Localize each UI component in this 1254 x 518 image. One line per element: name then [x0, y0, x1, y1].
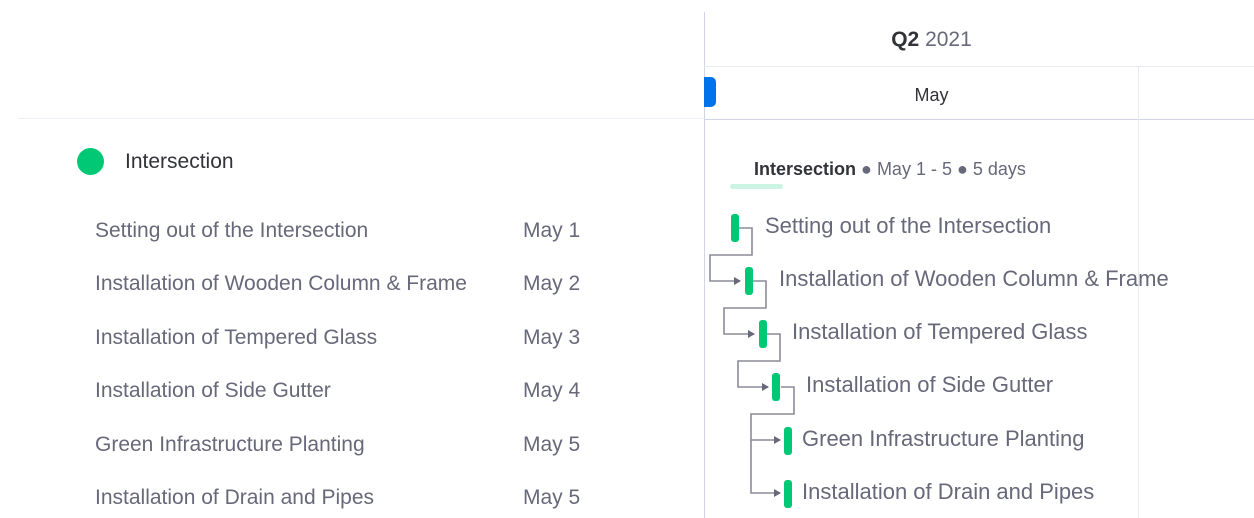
task-bar[interactable]: [784, 480, 792, 508]
task-date[interactable]: May 5: [523, 431, 580, 459]
task-bar[interactable]: [784, 427, 792, 455]
task-row[interactable]: Green Infrastructure Planting May 5: [0, 425, 704, 465]
task-row[interactable]: Installation of Drain and Pipes May 5: [0, 478, 704, 518]
task-bar-label: Installation of Wooden Column & Frame: [779, 266, 1169, 291]
header-divider: [18, 118, 704, 119]
task-date[interactable]: May 2: [523, 270, 580, 298]
task-row[interactable]: Installation of Wooden Column & Frame Ma…: [0, 264, 704, 304]
dependency-arrow: [750, 440, 781, 497]
task-name[interactable]: Setting out of the Intersection: [95, 217, 368, 245]
task-date[interactable]: May 1: [523, 217, 580, 245]
task-bar[interactable]: [759, 320, 767, 348]
task-name[interactable]: Installation of Wooden Column & Frame: [95, 270, 467, 298]
task-row[interactable]: Installation of Side Gutter May 4: [0, 371, 704, 411]
task-name[interactable]: Installation of Side Gutter: [95, 377, 331, 405]
task-bar-label: Setting out of the Intersection: [765, 213, 1052, 238]
task-row[interactable]: Setting out of the Intersection May 1: [0, 211, 704, 251]
task-bar-label: Installation of Side Gutter: [806, 372, 1054, 397]
timeline-panel: Q2 2021 May Intersection ● May 1 - 5 ● 5…: [704, 0, 1254, 518]
task-row[interactable]: Installation of Tempered Glass May 3: [0, 318, 704, 358]
task-name[interactable]: Installation of Tempered Glass: [95, 324, 377, 352]
task-date[interactable]: May 3: [523, 324, 580, 352]
task-bar-label: Green Infrastructure Planting: [802, 426, 1085, 451]
task-bar[interactable]: [772, 373, 780, 401]
task-bar-label: Installation of Tempered Glass: [792, 319, 1088, 344]
group-title[interactable]: Intersection: [125, 148, 234, 175]
task-bar[interactable]: [731, 214, 739, 242]
task-date[interactable]: May 4: [523, 377, 580, 405]
task-bar-label: Installation of Drain and Pipes: [802, 479, 1095, 504]
task-bar[interactable]: [745, 267, 753, 295]
task-name[interactable]: Green Infrastructure Planting: [95, 431, 365, 459]
group-color-dot[interactable]: [77, 148, 104, 175]
task-name[interactable]: Installation of Drain and Pipes: [95, 484, 374, 512]
task-list-panel: Intersection Setting out of the Intersec…: [0, 0, 704, 518]
task-date[interactable]: May 5: [523, 484, 580, 512]
